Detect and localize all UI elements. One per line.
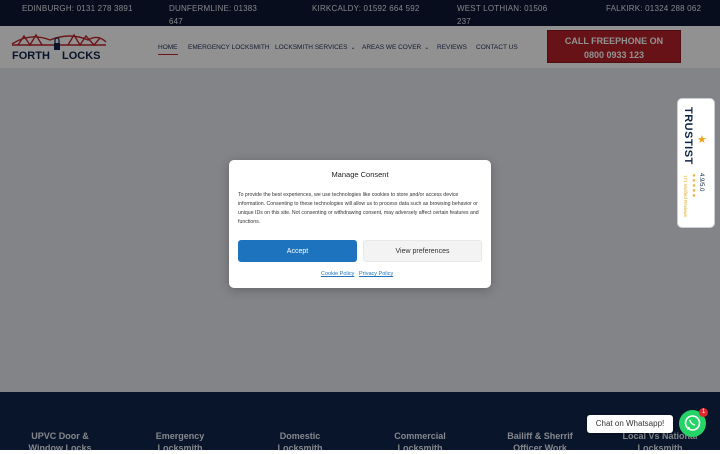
- accept-button[interactable]: Accept: [238, 240, 357, 262]
- cookie-policy-link[interactable]: Cookie Policy: [321, 271, 354, 277]
- consent-dialog: Manage Consent To provide the best exper…: [229, 160, 491, 288]
- view-preferences-button[interactable]: View preferences: [363, 240, 482, 262]
- trustist-rating: 4.9/5.0: [698, 173, 704, 192]
- star-icon: ★: [697, 134, 707, 146]
- whatsapp-chat-label[interactable]: Chat on Whatsapp!: [587, 415, 673, 433]
- trustist-review-count: 171 Verified Reviews: [683, 175, 688, 218]
- privacy-policy-link[interactable]: Privacy Policy: [359, 271, 393, 277]
- consent-body: To provide the best experiences, we use …: [238, 192, 479, 225]
- consent-title: Manage Consent: [331, 170, 389, 179]
- trustist-brand: TRUSTIST: [682, 107, 694, 165]
- trustist-badge[interactable]: TRUSTIST ★ 4.9/5.0 ★★★★★ 171 Verified Re…: [677, 98, 715, 228]
- notification-badge: 1: [699, 408, 708, 417]
- rating-stars-icon: ★★★★★: [691, 173, 697, 198]
